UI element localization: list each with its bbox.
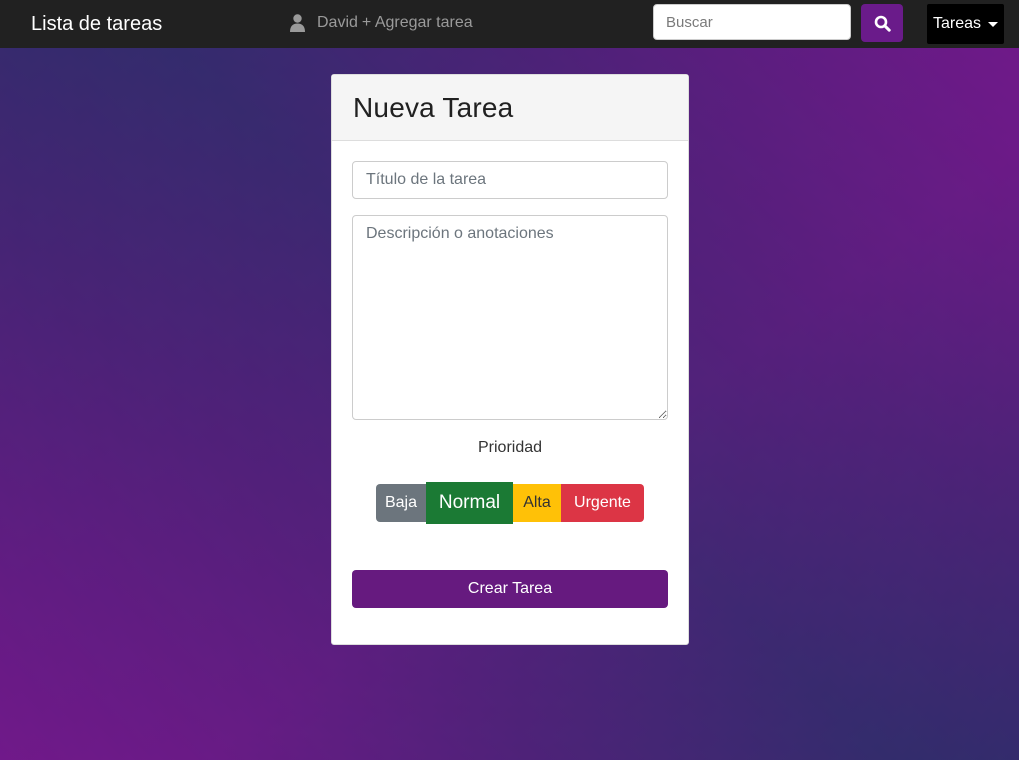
create-task-button[interactable]: Crear Tarea: [352, 570, 668, 608]
search-button[interactable]: [861, 4, 903, 42]
user-area: David + Agregar tarea: [290, 14, 473, 32]
navbar-brand[interactable]: Lista de tareas: [31, 12, 162, 36]
user-icon: [290, 14, 305, 32]
navbar: Lista de tareas David + Agregar tarea Ta…: [0, 0, 1019, 48]
add-task-link[interactable]: + Agregar tarea: [362, 14, 473, 32]
card-header: Nueva Tarea: [332, 75, 688, 141]
caret-down-icon: [988, 21, 999, 27]
priority-button-group: Baja Normal Alta Urgente: [376, 482, 644, 524]
priority-normal-button[interactable]: Normal: [426, 482, 513, 524]
user-name[interactable]: David: [317, 14, 358, 32]
priority-alta-button[interactable]: Alta: [513, 484, 561, 522]
new-task-card: Nueva Tarea Prioridad Baja Normal Alta U…: [331, 74, 689, 645]
card-title: Nueva Tarea: [353, 92, 514, 123]
priority-label: Prioridad: [477, 439, 543, 456]
tasks-dropdown-label: Tareas: [932, 15, 982, 32]
tasks-dropdown[interactable]: Tareas: [927, 4, 1004, 44]
task-title-input[interactable]: [352, 161, 668, 199]
priority-baja-button[interactable]: Baja: [376, 484, 426, 522]
search-input[interactable]: [653, 4, 851, 40]
task-description-input[interactable]: [352, 215, 668, 420]
search-icon: [874, 15, 891, 32]
priority-urgente-button[interactable]: Urgente: [561, 484, 644, 522]
